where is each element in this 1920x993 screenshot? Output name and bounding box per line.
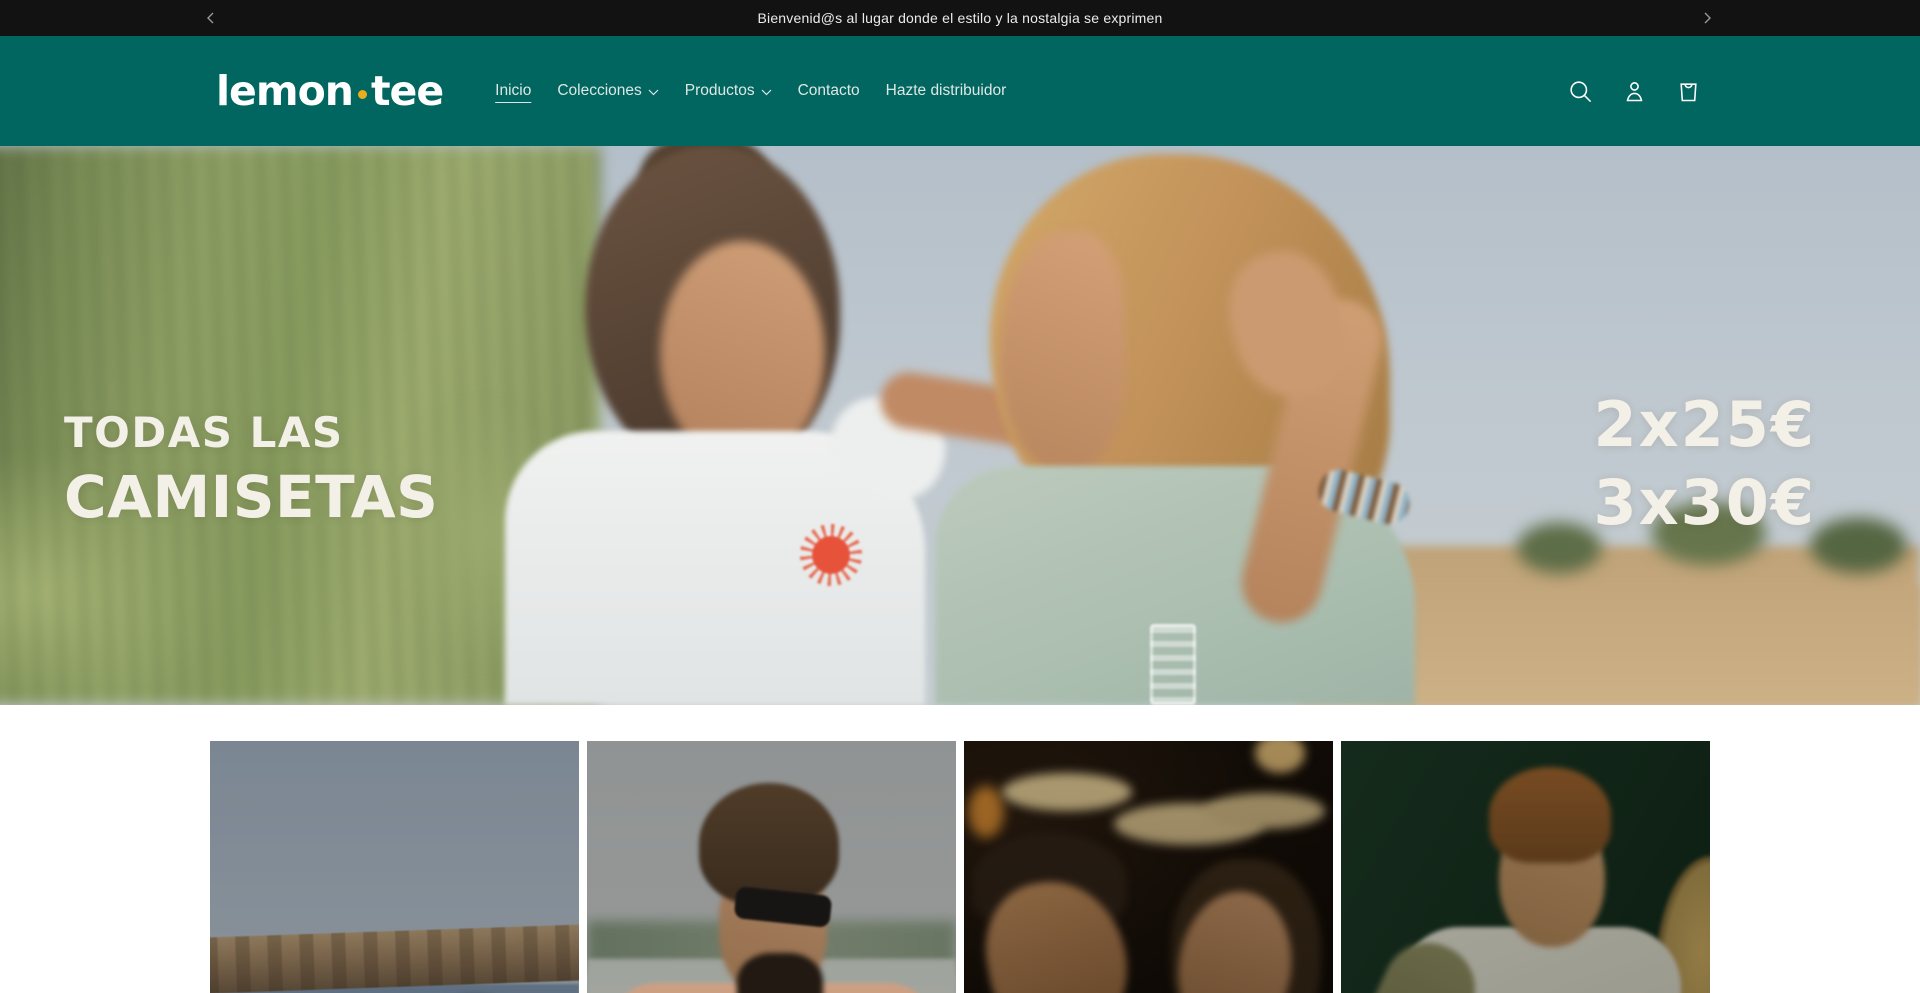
- collection-card-man-sunglasses[interactable]: [587, 741, 956, 993]
- announcement-prev-button[interactable]: [197, 4, 225, 32]
- account-button[interactable]: [1612, 69, 1656, 113]
- chevron-right-icon: [1700, 11, 1714, 25]
- hero-headline-line1: TODAS LAS: [64, 408, 438, 457]
- collection-card-boat[interactable]: [210, 741, 579, 993]
- storefront-page: Bienvenid@s al lugar donde el estilo y l…: [0, 0, 1920, 993]
- cart-button[interactable]: [1666, 69, 1710, 113]
- nav-item-inicio[interactable]: Inicio: [495, 82, 531, 100]
- site-header: lemon tee Inicio Colecciones Productos C…: [0, 36, 1920, 146]
- announcement-text: Bienvenid@s al lugar donde el estilo y l…: [757, 10, 1162, 26]
- tshirt-sun-core: [812, 536, 850, 574]
- cart-icon: [1675, 78, 1702, 105]
- card-overlay: [964, 741, 1333, 993]
- hero-banner: TODAS LAS CAMISETAS 2x25€ 3x30€: [0, 146, 1920, 705]
- chevron-down-icon: [761, 89, 772, 96]
- logo-dot: [358, 90, 367, 99]
- nav-item-colecciones[interactable]: Colecciones: [557, 82, 658, 100]
- collection-card-couple-bar[interactable]: [964, 741, 1333, 993]
- tshirt-stamp-graphic: [1150, 624, 1196, 705]
- collection-card-man-green-room[interactable]: [1341, 741, 1710, 993]
- logo-text-right: tee: [371, 67, 443, 115]
- account-icon: [1621, 78, 1648, 105]
- woman2-face: [1000, 231, 1125, 471]
- nav-item-contacto[interactable]: Contacto: [798, 82, 860, 100]
- collections-section: [0, 705, 1920, 993]
- nav-item-productos[interactable]: Productos: [685, 82, 772, 100]
- card-overlay: [1341, 741, 1710, 993]
- nav-item-hazte-distribuidor[interactable]: Hazte distribuidor: [886, 82, 1007, 100]
- announcement-bar: Bienvenid@s al lugar donde el estilo y l…: [0, 0, 1920, 36]
- announcement-next-button[interactable]: [1693, 4, 1721, 32]
- search-icon: [1567, 78, 1594, 105]
- hero-offer-line1: 2x25€: [1593, 386, 1816, 464]
- hero-headline: TODAS LAS CAMISETAS: [64, 408, 438, 531]
- hero-offer: 2x25€ 3x30€: [1593, 386, 1816, 542]
- logo-text-left: lemon: [216, 67, 353, 115]
- hero-offer-line2: 3x30€: [1593, 464, 1816, 542]
- hero-sand-bright: [1380, 586, 1920, 705]
- main-nav: Inicio Colecciones Productos Contacto Ha…: [495, 82, 1006, 100]
- card-overlay: [210, 741, 579, 993]
- chevron-down-icon: [648, 89, 659, 96]
- card-overlay: [587, 741, 956, 993]
- search-button[interactable]: [1558, 69, 1602, 113]
- chevron-left-icon: [204, 11, 218, 25]
- hero-headline-line2: CAMISETAS: [64, 463, 438, 531]
- logo[interactable]: lemon tee: [216, 67, 443, 115]
